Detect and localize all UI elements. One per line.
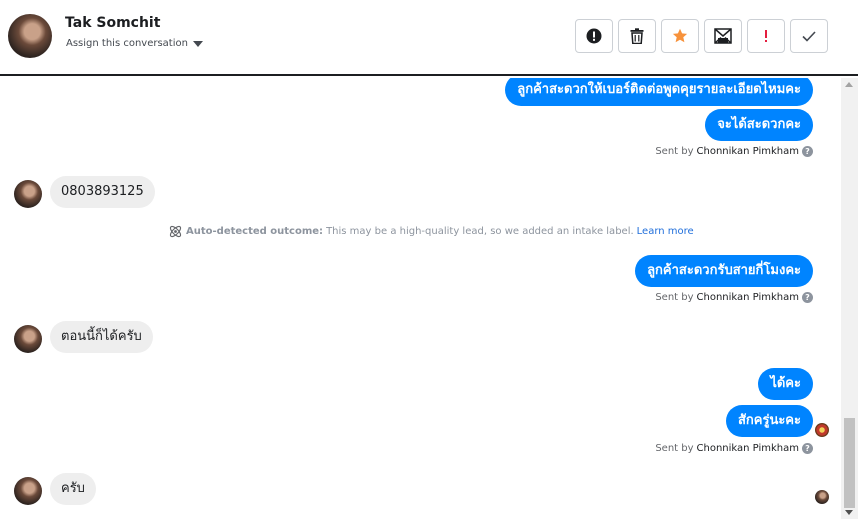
agent-name[interactable]: Chonnikan Pimkham [697, 292, 799, 303]
learn-more-link[interactable]: Learn more [637, 226, 694, 237]
outgoing-message: จะได้สะดวกคะ [705, 109, 813, 141]
sent-by-label: Sent by Chonnikan Pimkham ? [655, 292, 813, 303]
chat-scrollbar[interactable] [841, 78, 858, 519]
mark-done-button[interactable] [790, 19, 828, 53]
contact-avatar-small [14, 325, 42, 353]
conversation-header: Tak Somchit Assign this conversation [0, 0, 858, 76]
spam-icon [765, 30, 767, 42]
assign-label: Assign this conversation [66, 38, 188, 49]
mark-unread-button[interactable] [704, 19, 742, 53]
message-thread[interactable]: ลูกค้าสะดวกให้เบอร์ติดต่อพูดคุยรายละเอีย… [0, 78, 841, 519]
alert-icon [586, 28, 602, 44]
seen-indicator-avatar [815, 423, 829, 437]
conversation-toolbar [575, 19, 828, 53]
caret-down-icon [192, 40, 203, 47]
scroll-up-arrow-icon[interactable] [845, 82, 853, 87]
seen-indicator-avatar [815, 490, 829, 504]
scroll-down-arrow-icon[interactable] [845, 510, 853, 515]
mark-unread-icon [714, 28, 732, 44]
trash-icon [630, 28, 644, 44]
assign-conversation-dropdown[interactable]: Assign this conversation [66, 38, 203, 49]
contact-avatar[interactable] [8, 14, 52, 58]
help-icon[interactable]: ? [802, 443, 813, 454]
sent-by-prefix: Sent by [655, 292, 694, 303]
outcome-label: Auto-detected outcome: [186, 226, 324, 237]
outcome-text: This may be a high-quality lead, so we a… [326, 226, 634, 237]
help-icon[interactable]: ? [802, 146, 813, 157]
sent-by-label: Sent by Chonnikan Pimkham ? [655, 443, 813, 454]
contact-avatar-small [14, 180, 42, 208]
outgoing-message: ได้คะ [758, 368, 813, 400]
help-icon[interactable]: ? [802, 292, 813, 303]
sent-by-prefix: Sent by [655, 146, 694, 157]
auto-detected-outcome: Auto-detected outcome: This may be a hig… [168, 224, 694, 239]
delete-button[interactable] [618, 19, 656, 53]
sent-by-prefix: Sent by [655, 443, 694, 454]
outgoing-message: ลูกค้าสะดวกให้เบอร์ติดต่อพูดคุยรายละเอีย… [505, 78, 813, 106]
scrollbar-thumb[interactable] [844, 418, 855, 508]
contact-name[interactable]: Tak Somchit [65, 15, 160, 31]
incoming-message: ครับ [50, 473, 96, 505]
outgoing-message: ลูกค้าสะดวกรับสายกี่โมงคะ [635, 255, 813, 287]
atom-icon [169, 225, 182, 238]
incoming-message: 0803893125 [50, 176, 155, 208]
star-icon [672, 28, 688, 43]
sent-by-label: Sent by Chonnikan Pimkham ? [655, 146, 813, 157]
contact-avatar-small [14, 477, 42, 505]
checkmark-icon [802, 31, 816, 42]
outgoing-message: สักครู่นะคะ [725, 405, 813, 437]
alert-button[interactable] [575, 19, 613, 53]
agent-name[interactable]: Chonnikan Pimkham [697, 443, 799, 454]
incoming-message: ตอนนี้ก็ได้ครับ [50, 321, 153, 353]
agent-name[interactable]: Chonnikan Pimkham [697, 146, 799, 157]
spam-button[interactable] [747, 19, 785, 53]
star-button[interactable] [661, 19, 699, 53]
